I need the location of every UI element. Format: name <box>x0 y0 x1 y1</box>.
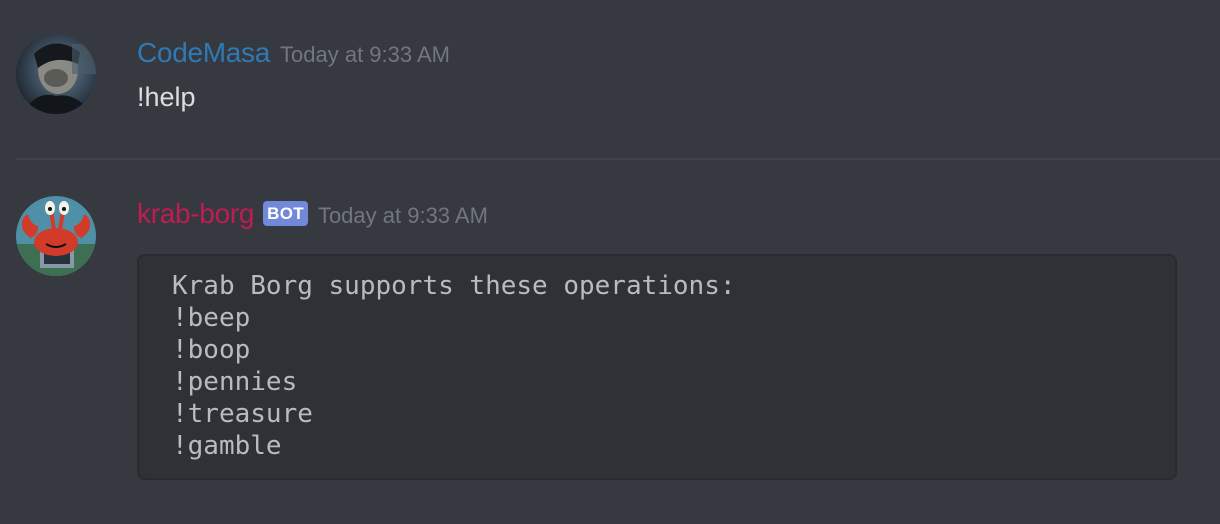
code-block: Krab Borg supports these operations: !be… <box>137 254 1177 480</box>
code-line: !beep <box>172 303 251 333</box>
code-line: Krab Borg supports these operations: <box>172 271 736 301</box>
message-header: krab-borg BOT Today at 9:33 AM <box>137 198 488 230</box>
username[interactable]: krab-borg <box>137 198 254 230</box>
code-line: !boop <box>172 335 251 365</box>
user-avatar-codemasa[interactable] <box>16 34 96 114</box>
timestamp[interactable]: Today at 9:33 AM <box>318 203 488 229</box>
message-text: !help <box>137 82 196 112</box>
message-header: CodeMasa Today at 9:33 AM <box>137 37 450 69</box>
code-line: !gamble <box>172 431 282 461</box>
message-codemasa: CodeMasa Today at 9:33 AM !help <box>0 0 1220 158</box>
code-line: !pennies <box>172 367 298 397</box>
username[interactable]: CodeMasa <box>137 37 270 69</box>
message-krab-borg: krab-borg BOT Today at 9:33 AM Krab Borg… <box>0 160 1220 524</box>
bot-avatar-krab-borg[interactable] <box>16 196 96 276</box>
code-line: !treasure <box>172 399 313 429</box>
user-photo-icon <box>16 34 96 114</box>
mr-krabs-icon <box>16 196 96 276</box>
timestamp[interactable]: Today at 9:33 AM <box>280 42 450 68</box>
bot-badge: BOT <box>263 201 308 226</box>
